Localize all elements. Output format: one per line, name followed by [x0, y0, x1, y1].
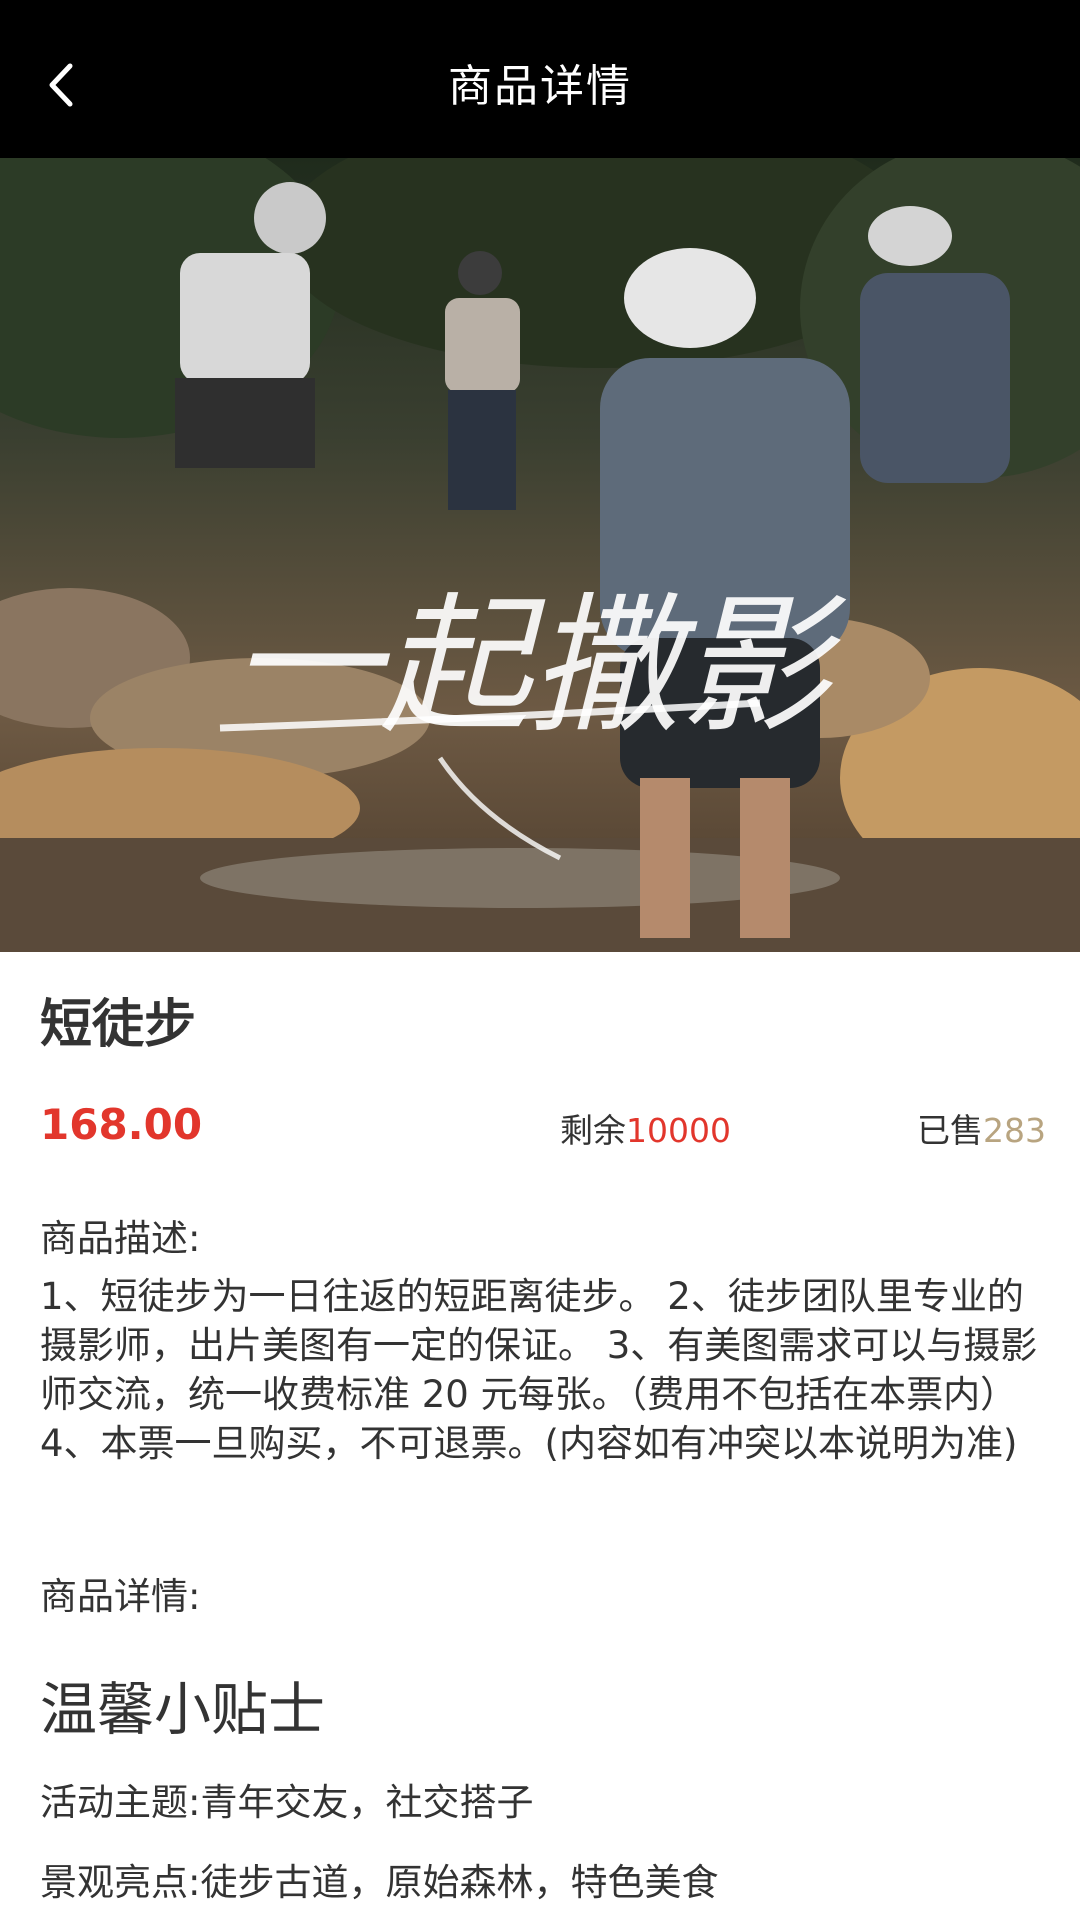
- watermark-text: 一起撒影: [230, 580, 847, 754]
- description-text: 1、短徒步为一日往返的短距离徒步。 2、徒步团队里专业的摄影师，出片美图有一定的…: [40, 1275, 1038, 1465]
- activity-theme-line: 活动主题:青年交友，社交搭子: [40, 1781, 534, 1824]
- sold-info: 已售283: [917, 1104, 1046, 1152]
- price-row: 168.00 剩余10000 已售283: [40, 1100, 1046, 1160]
- sold-value: 283: [983, 1111, 1046, 1150]
- stock-value: 10000: [626, 1111, 731, 1150]
- product-name: 短徒步: [40, 995, 197, 1055]
- tips-title: 温馨小贴士: [40, 1677, 325, 1743]
- scenery-highlights-line: 景观亮点:徒步古道，原始森林，特色美食: [40, 1861, 719, 1904]
- top-nav-bar: 商品详情: [0, 0, 1080, 158]
- product-hero-image: 一起撒影: [0, 158, 1080, 952]
- description-label: 商品描述:: [40, 1217, 201, 1260]
- details-label: 商品详情:: [40, 1575, 201, 1618]
- stock-label: 剩余: [560, 1111, 626, 1150]
- sold-label: 已售: [917, 1111, 983, 1150]
- product-price: 168.00: [40, 1100, 203, 1149]
- stock-info: 剩余10000: [560, 1104, 731, 1152]
- page-title: 商品详情: [448, 61, 632, 112]
